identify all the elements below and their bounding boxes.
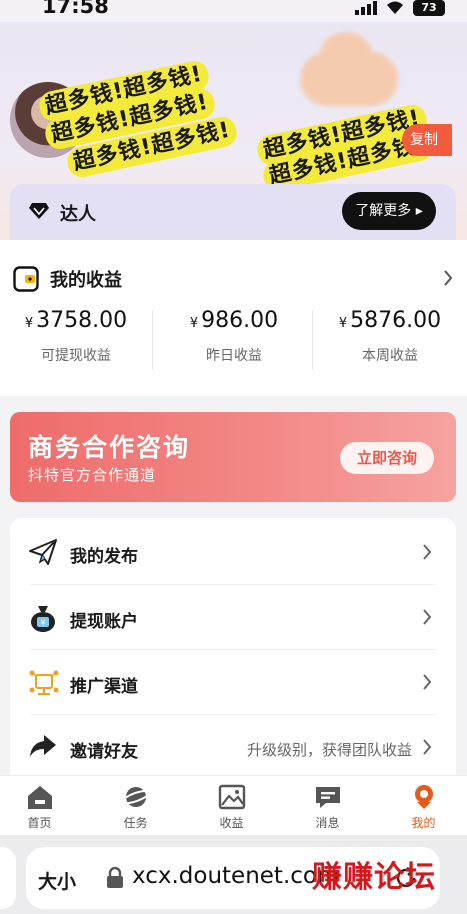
- vip-bar[interactable]: 达人 了解更多 ▸: [10, 184, 456, 240]
- menu-hint: 升级级别，获得团队收益: [246, 741, 412, 759]
- status-icons: 73: [355, 0, 445, 16]
- business-consult-banner[interactable]: 商务合作咨询 抖特官方合作通道 立即咨询: [10, 412, 456, 502]
- tab-label: 收益: [219, 816, 244, 830]
- copy-button[interactable]: 复制: [402, 124, 452, 156]
- menu-label: 推广渠道: [70, 677, 138, 697]
- menu-item-my-posts[interactable]: 我的发布: [10, 520, 456, 585]
- share-arrow-icon: [30, 735, 56, 757]
- menu-item-promotion-channels[interactable]: 推广渠道: [10, 650, 456, 715]
- menu-list: 我的发布 ¥ 提现账户 推广渠道 邀请好友 升级级别，获得团队收益: [10, 518, 456, 778]
- tab-label: 任务: [123, 816, 148, 830]
- menu-label: 提现账户: [70, 612, 138, 632]
- chevron-right-icon: [423, 544, 432, 560]
- menu-item-withdraw-account[interactable]: ¥ 提现账户: [10, 585, 456, 650]
- tab-messages[interactable]: 消息: [281, 784, 374, 831]
- previous-tab-edge[interactable]: [0, 847, 16, 909]
- earnings-title: 我的收益: [50, 270, 122, 291]
- money-bag-icon: ¥: [31, 606, 55, 632]
- status-time: 17:58: [42, 0, 109, 18]
- withdrawable-earnings[interactable]: ¥3758.00 可提现收益: [0, 308, 152, 365]
- network-icon: [29, 670, 59, 695]
- banner-subtitle: 抖特官方合作通道: [28, 466, 157, 484]
- vip-label: 达人: [60, 204, 96, 225]
- tab-home[interactable]: 首页: [0, 784, 86, 831]
- banner-title: 商务合作咨询: [28, 433, 191, 462]
- chevron-right-icon[interactable]: [443, 270, 453, 286]
- paper-plane-icon: [29, 539, 57, 565]
- image-chart-icon: [218, 784, 245, 810]
- tab-label: 消息: [315, 816, 340, 830]
- text-size-button[interactable]: 大小: [38, 867, 76, 894]
- divider: [152, 310, 153, 370]
- url-text[interactable]: xcx.doutenet.com: [132, 863, 339, 889]
- earnings-label: 本周收益: [362, 348, 418, 364]
- chevron-right-icon: [423, 674, 432, 690]
- profile-header: 超多钱!超多钱! 超多钱!超多钱! 超多钱!超多钱! 超多钱!超多钱! 超多钱!…: [0, 22, 467, 240]
- earnings-label: 昨日收益: [206, 348, 262, 364]
- divider: [312, 310, 313, 370]
- menu-label: 邀请好友: [70, 742, 138, 762]
- yesterday-earnings[interactable]: ¥986.00 昨日收益: [158, 308, 310, 365]
- earnings-card[interactable]: 我的收益 ¥3758.00 可提现收益 ¥986.00 昨日收益 ¥5876.0…: [0, 240, 467, 396]
- consult-now-button[interactable]: 立即咨询: [340, 442, 434, 474]
- tab-label: 我的: [411, 816, 436, 830]
- bottom-tab-bar: 首页 任务 收益 消息 我的: [0, 775, 467, 835]
- battery-indicator: 73: [413, 0, 445, 16]
- chevron-right-icon: [423, 609, 432, 625]
- chevron-right-icon: [423, 739, 432, 755]
- tab-tasks[interactable]: 任务: [89, 784, 182, 831]
- menu-label: 我的发布: [70, 547, 138, 567]
- earnings-value: ¥5876.00: [338, 308, 442, 333]
- message-icon: [315, 787, 340, 808]
- cloud-decoration: [300, 32, 398, 106]
- wifi-icon: [387, 1, 403, 14]
- forum-watermark: 赚赚论坛: [312, 860, 436, 895]
- diamond-icon: [29, 203, 49, 219]
- earnings-value: ¥3758.00: [24, 308, 128, 333]
- tab-profile[interactable]: 我的: [377, 784, 467, 831]
- menu-item-invite-friends[interactable]: 邀请好友 升级级别，获得团队收益: [10, 715, 456, 780]
- status-bar: 17:58 73: [0, 0, 467, 22]
- planet-icon: [121, 787, 150, 807]
- tab-label: 首页: [27, 816, 52, 830]
- earnings-value: ¥986.00: [189, 308, 279, 333]
- home-icon: [27, 786, 52, 809]
- tab-earnings[interactable]: 收益: [185, 784, 278, 831]
- earnings-label: 可提现收益: [41, 348, 111, 364]
- svg-text:¥: ¥: [40, 619, 46, 628]
- learn-more-button[interactable]: 了解更多 ▸: [342, 192, 436, 230]
- week-earnings[interactable]: ¥5876.00 本周收益: [314, 308, 466, 365]
- profile-icon: [414, 785, 433, 809]
- wallet-icon: [13, 266, 39, 292]
- cellular-signal-icon: [355, 1, 377, 15]
- lock-icon: [107, 867, 123, 888]
